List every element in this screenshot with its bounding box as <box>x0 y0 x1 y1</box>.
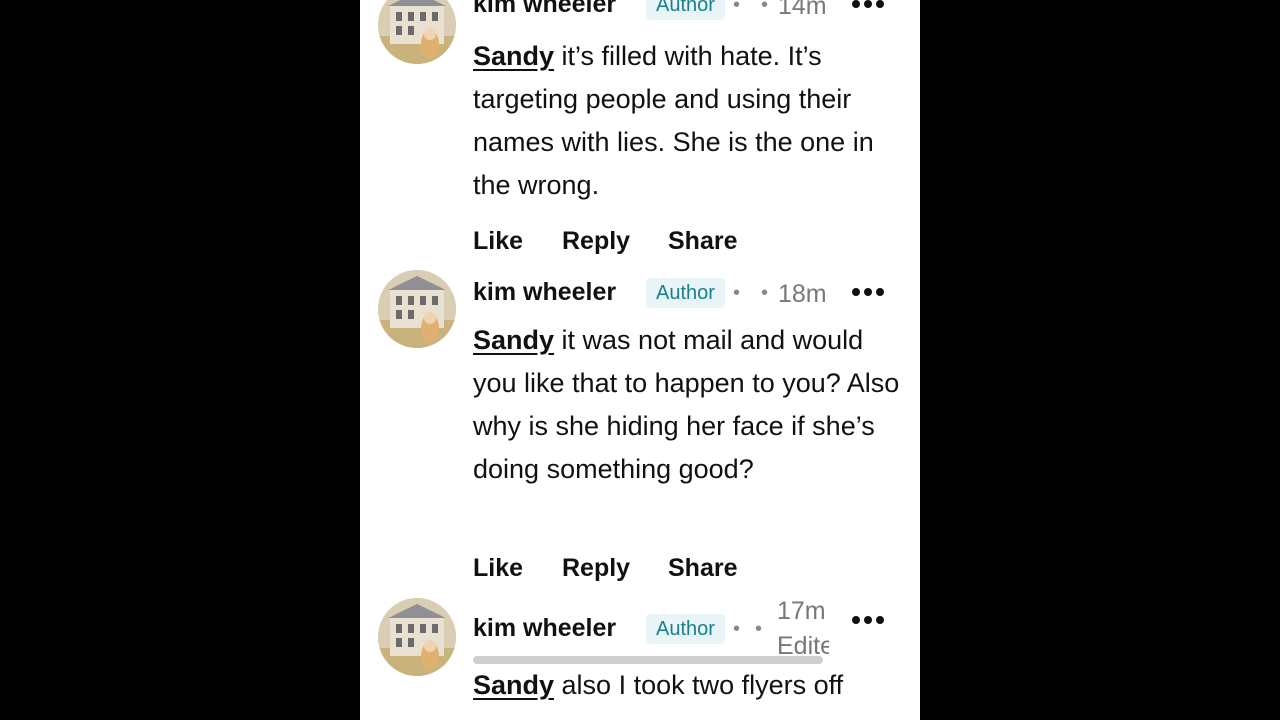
timestamp[interactable]: 18m <box>778 278 827 310</box>
comment-actions: Like Reply Share <box>473 223 873 259</box>
mention-link[interactable]: Sandy <box>473 670 554 700</box>
avatar[interactable] <box>378 598 456 676</box>
dot-separator-icon: • <box>733 618 741 640</box>
author-name[interactable]: kim wheeler <box>473 0 616 19</box>
author-badge: Author <box>646 0 725 20</box>
timestamp[interactable]: 14m <box>778 0 827 22</box>
mention-link[interactable]: Sandy <box>473 325 554 355</box>
dot-separator-icon: • <box>755 618 763 640</box>
dot-separator-icon: • <box>761 0 769 16</box>
more-options-icon[interactable] <box>848 0 888 22</box>
more-options-icon[interactable] <box>848 602 888 638</box>
reply-button[interactable]: Reply <box>562 223 630 259</box>
like-button[interactable]: Like <box>473 223 523 259</box>
comment-header: kim wheeler Author • • <box>473 610 913 650</box>
timestamp[interactable]: 17m <box>777 594 829 628</box>
comment-header: kim wheeler Author • • 18m <box>473 274 913 314</box>
comments-panel: kim wheeler Author • • 14m Sandy it’s fi… <box>360 0 920 720</box>
comment-header: kim wheeler Author • • 14m <box>473 0 913 26</box>
dot-separator-icon: • <box>733 282 741 304</box>
author-badge: Author <box>646 278 725 308</box>
author-name[interactable]: kim wheeler <box>473 614 616 643</box>
share-button[interactable]: Share <box>668 550 737 586</box>
author-name[interactable]: kim wheeler <box>473 278 616 307</box>
comment-text: Sandy also I took two flyers off <box>473 664 903 707</box>
dot-separator-icon: • <box>761 282 769 304</box>
comment-actions: Like Reply Share <box>473 550 873 586</box>
comment-body: also I took two flyers off <box>554 670 844 700</box>
more-options-icon[interactable] <box>848 274 888 310</box>
comment-text: Sandy it’s filled with hate. It’s target… <box>473 35 903 207</box>
reply-button[interactable]: Reply <box>562 550 630 586</box>
dot-separator-icon: • <box>733 0 741 16</box>
avatar[interactable] <box>378 0 456 64</box>
share-button[interactable]: Share <box>668 223 737 259</box>
author-badge: Author <box>646 614 725 644</box>
mention-link[interactable]: Sandy <box>473 41 554 71</box>
horizontal-scrollbar[interactable] <box>473 656 823 664</box>
avatar[interactable] <box>378 270 456 348</box>
comment-text: Sandy it was not mail and would you like… <box>473 319 903 491</box>
like-button[interactable]: Like <box>473 550 523 586</box>
